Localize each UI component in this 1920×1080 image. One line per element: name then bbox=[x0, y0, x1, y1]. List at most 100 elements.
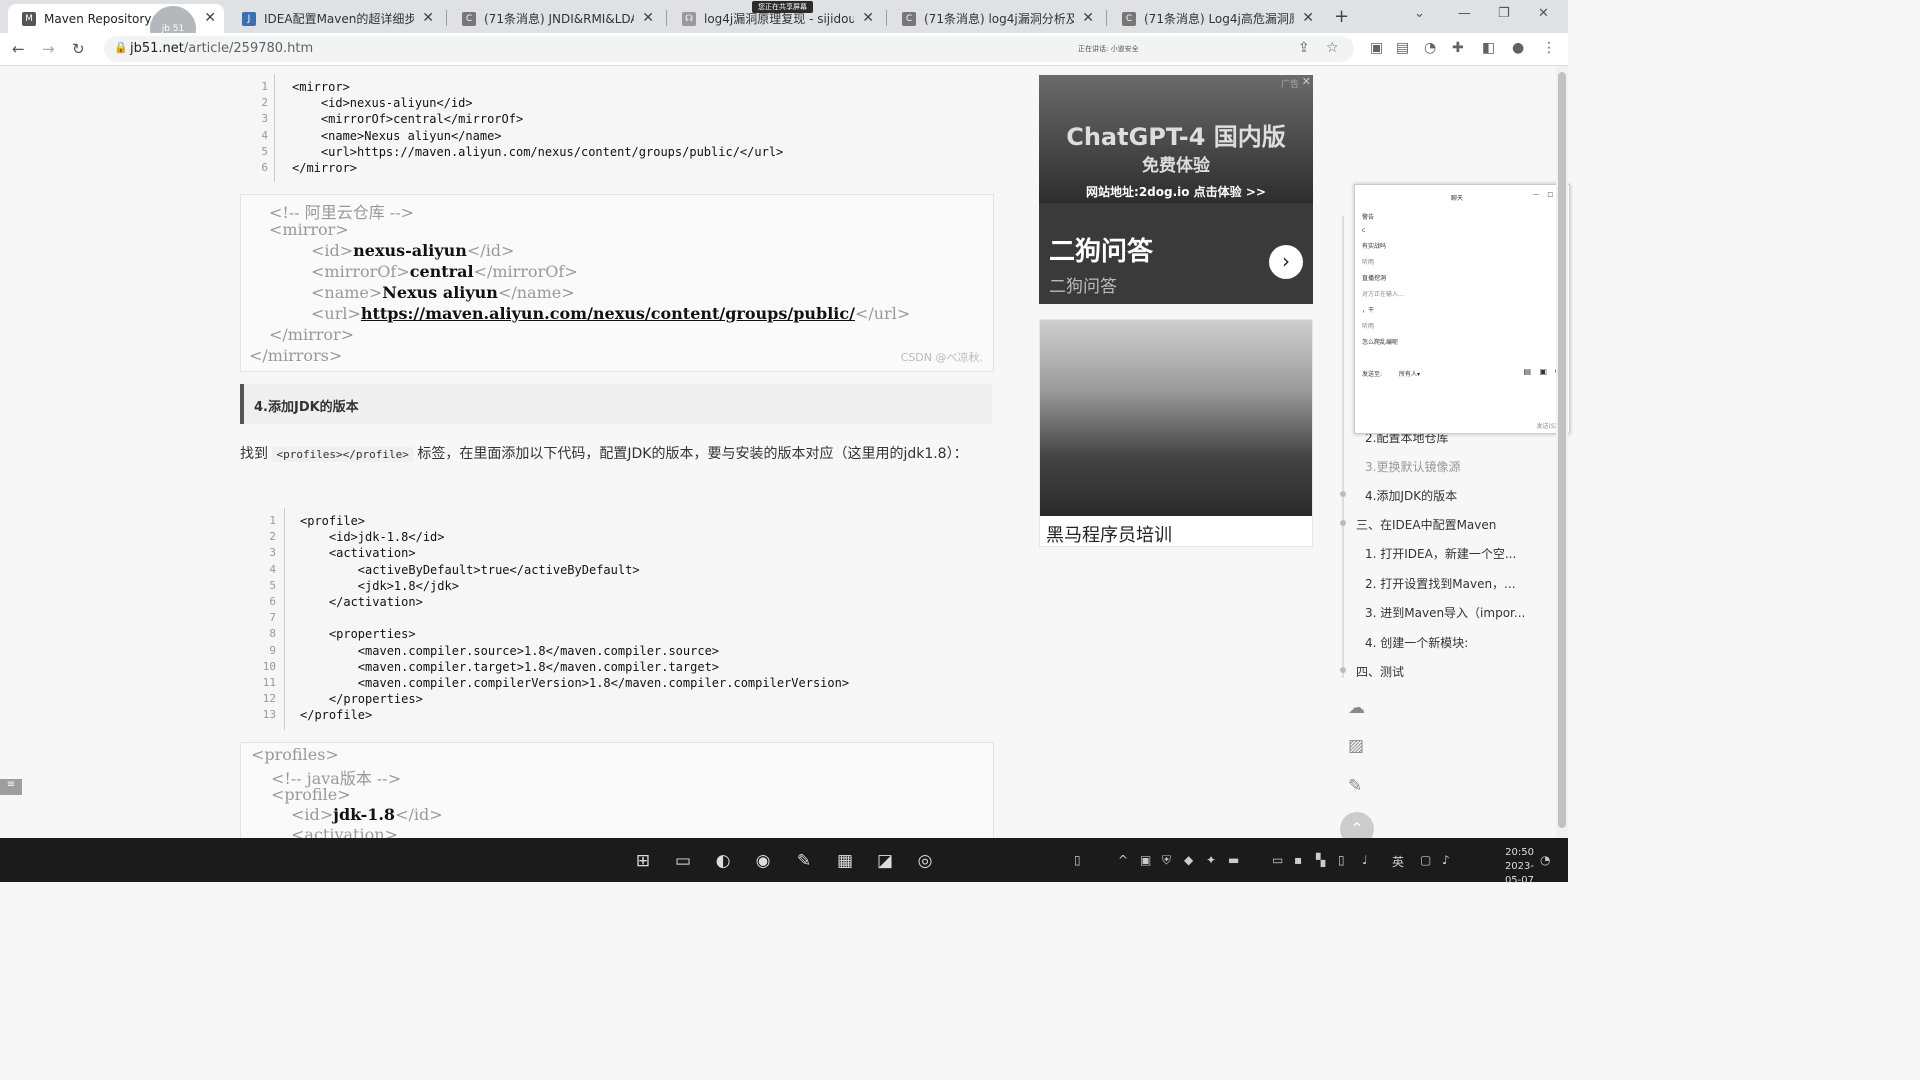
toc-item[interactable]: 4. 创建一个新模块: bbox=[1365, 634, 1468, 651]
intellij-icon[interactable]: ◪ bbox=[874, 850, 896, 872]
ime-indicator[interactable]: 英 bbox=[1392, 853, 1404, 870]
close-tab-icon[interactable]: ✕ bbox=[642, 10, 654, 26]
forward-icon[interactable]: → bbox=[42, 40, 55, 58]
send-button[interactable]: 发送(S) bbox=[1537, 421, 1558, 430]
code-line: <mirror> bbox=[292, 80, 350, 94]
toc-item[interactable]: 1. 打开IDEA，新建一个空... bbox=[1365, 545, 1516, 562]
profile-icon[interactable]: ● bbox=[1512, 40, 1524, 56]
xml-profiles-open: <profiles> bbox=[251, 745, 339, 764]
toc-item[interactable]: 3.更换默认镜像源 bbox=[1365, 458, 1460, 475]
send-to-select[interactable]: 所有人▾ bbox=[1399, 369, 1420, 378]
extension-b-icon[interactable]: ▤ bbox=[1396, 40, 1409, 56]
tray-app-icon[interactable]: ▪ bbox=[1294, 853, 1302, 867]
lock-icon: 🔒 bbox=[114, 41, 128, 54]
tray-expand-icon[interactable]: ^ bbox=[1118, 853, 1128, 867]
network-icon[interactable]: ▢ bbox=[1420, 853, 1431, 867]
close-tab-icon[interactable]: ✕ bbox=[204, 10, 216, 26]
line-number: 3 bbox=[261, 112, 268, 126]
code-line: <activeByDefault>true</activeByDefault> bbox=[300, 562, 640, 577]
photos-icon[interactable]: ▦ bbox=[834, 850, 856, 872]
xml-url-line: <url>https://maven.aliyun.com/nexus/cont… bbox=[311, 304, 910, 323]
extension-c-icon[interactable]: ◔ bbox=[1424, 40, 1436, 56]
battery-icon[interactable]: ▯ bbox=[1338, 853, 1345, 867]
chrome-icon[interactable]: ◉ bbox=[752, 850, 774, 872]
ad-site: 网站地址:2dog.io 点击体验 >> bbox=[1086, 185, 1266, 199]
chat-typing: 对方正在输入... bbox=[1362, 291, 1404, 298]
close-tab-icon[interactable]: ✕ bbox=[862, 10, 874, 26]
tray-app-icon[interactable]: ✦ bbox=[1206, 853, 1216, 867]
toc-item[interactable]: 4.添加JDK的版本 bbox=[1365, 487, 1457, 504]
tray-app-icon[interactable]: ▣ bbox=[1140, 853, 1151, 867]
toc-item[interactable]: 3. 进到Maven导入（impor... bbox=[1365, 604, 1525, 621]
toc-item[interactable]: 四、测试 bbox=[1356, 663, 1404, 680]
code-line: <jdk>1.8</jdk> bbox=[300, 578, 459, 593]
section-heading-text: 4.添加JDK的版本 bbox=[254, 400, 359, 415]
chevron-right-icon[interactable]: › bbox=[1269, 245, 1303, 279]
notepad-icon[interactable]: ✎ bbox=[793, 850, 815, 872]
ad-classroom-photo bbox=[1040, 320, 1312, 516]
xml-value: nexus-aliyun bbox=[353, 241, 467, 260]
start-windows-icon[interactable]: ⊞ bbox=[632, 850, 654, 872]
toc-dot bbox=[1340, 520, 1346, 526]
tray-display-icon[interactable]: ▭ bbox=[1272, 853, 1283, 867]
file-explorer-icon[interactable]: ▭ bbox=[672, 850, 694, 872]
back-icon[interactable]: ← bbox=[12, 40, 25, 58]
scrollbar-thumb[interactable] bbox=[1558, 72, 1566, 828]
close-tab-icon[interactable]: ✕ bbox=[422, 10, 434, 26]
edge-icon[interactable]: ◐ bbox=[712, 850, 734, 872]
line-number: 10 bbox=[262, 659, 276, 673]
file-icon[interactable]: ▤ bbox=[1523, 367, 1531, 376]
tab-log4j-analysis[interactable]: C (71条消息) log4j漏洞分析及总结 ✕ bbox=[888, 4, 1102, 33]
xml-value: jdk-1.8 bbox=[333, 805, 396, 824]
volume-icon[interactable]: ♪ bbox=[1442, 853, 1450, 867]
maximize-icon[interactable]: □ bbox=[1547, 191, 1553, 198]
meeting-icon[interactable]: ◎ bbox=[914, 850, 936, 872]
bookmark-star-icon[interactable]: ☆ bbox=[1326, 40, 1339, 56]
toc-item[interactable]: 2. 打开设置找到Maven，... bbox=[1365, 575, 1516, 592]
image-icon[interactable]: ▨ bbox=[1348, 736, 1364, 756]
minimize-icon[interactable]: — bbox=[1458, 6, 1471, 21]
minimize-icon[interactable]: — bbox=[1533, 191, 1539, 198]
new-tab-button[interactable]: + bbox=[1334, 6, 1349, 27]
microphone-icon[interactable]: ♩ bbox=[1362, 853, 1368, 867]
tray-grid-icon[interactable]: ▚ bbox=[1316, 853, 1325, 867]
screenshot-icon[interactable]: ▣ bbox=[1539, 367, 1547, 376]
tab-jndi-rmi[interactable]: C (71条消息) JNDI&RMI&LDAP ✕ bbox=[448, 4, 662, 33]
close-window-icon[interactable]: ✕ bbox=[1538, 6, 1549, 21]
send-to-value: 所有人 bbox=[1399, 371, 1418, 378]
security-shield-icon[interactable]: ⛨ bbox=[1162, 853, 1171, 868]
tab-idea-maven[interactable]: J IDEA配置Maven的超详细步骤 ✕ bbox=[228, 4, 442, 33]
ad-caption: 黑马程序员培训 bbox=[1046, 525, 1172, 546]
code-line: </mirror> bbox=[292, 161, 358, 175]
extensions-puzzle-icon[interactable]: ✚ bbox=[1452, 40, 1464, 56]
toc-item[interactable]: 三、在IDEA中配置Maven bbox=[1356, 516, 1496, 533]
side-panel-icon[interactable]: ◧ bbox=[1482, 40, 1495, 56]
address-bar[interactable]: 🔒 jb51.net/article/259780.htm 正在讲话: 小道安全… bbox=[104, 36, 1354, 62]
notification-icon[interactable]: ◔ bbox=[1540, 853, 1550, 867]
wrench-icon[interactable]: ✎ bbox=[1348, 776, 1362, 796]
close-tab-icon[interactable]: ✕ bbox=[1302, 10, 1314, 26]
restore-icon[interactable]: ❐ bbox=[1498, 6, 1510, 21]
tray-app-icon[interactable]: ◆ bbox=[1184, 853, 1193, 867]
tray-app-icon[interactable]: ▬ bbox=[1228, 853, 1239, 867]
page-scrollbar[interactable] bbox=[1556, 66, 1568, 838]
tray-window-icon[interactable]: ▯ bbox=[1074, 853, 1081, 867]
feedback-icon[interactable]: ≡ bbox=[0, 779, 22, 795]
share-icon[interactable]: ⇪ bbox=[1298, 40, 1310, 56]
tab-title: (71条消息) log4j漏洞分析及总结 bbox=[924, 12, 1074, 26]
line-number: 5 bbox=[261, 144, 268, 158]
tab-search-icon[interactable]: ⌄ bbox=[1414, 6, 1425, 21]
close-tab-icon[interactable]: ✕ bbox=[1082, 10, 1094, 26]
close-icon[interactable]: ✕ bbox=[1302, 75, 1311, 88]
reload-icon[interactable]: ↻ bbox=[72, 40, 85, 58]
url-text: jb51.net/article/259780.htm bbox=[130, 41, 313, 56]
taskbar-clock[interactable]: 20:50 2023-05-07 bbox=[1498, 846, 1534, 888]
menu-kebab-icon[interactable]: ⋮ bbox=[1542, 40, 1556, 56]
ad-chatgpt[interactable]: ChatGPT-4 国内版 免费体验 网站地址:2dog.io 点击体验 >> … bbox=[1039, 75, 1313, 304]
ad-heima-training[interactable]: 黑马程序员培训 bbox=[1039, 319, 1313, 547]
tab-log4j-principle[interactable]: C (71条消息) Log4j高危漏洞原理 ✕ bbox=[1108, 4, 1322, 33]
xml-tag: <id> bbox=[311, 241, 354, 260]
extension-a-icon[interactable]: ▣ bbox=[1370, 40, 1383, 56]
wechat-share-icon[interactable]: ☁ bbox=[1348, 698, 1365, 718]
xml-tag: <url> bbox=[311, 304, 361, 323]
